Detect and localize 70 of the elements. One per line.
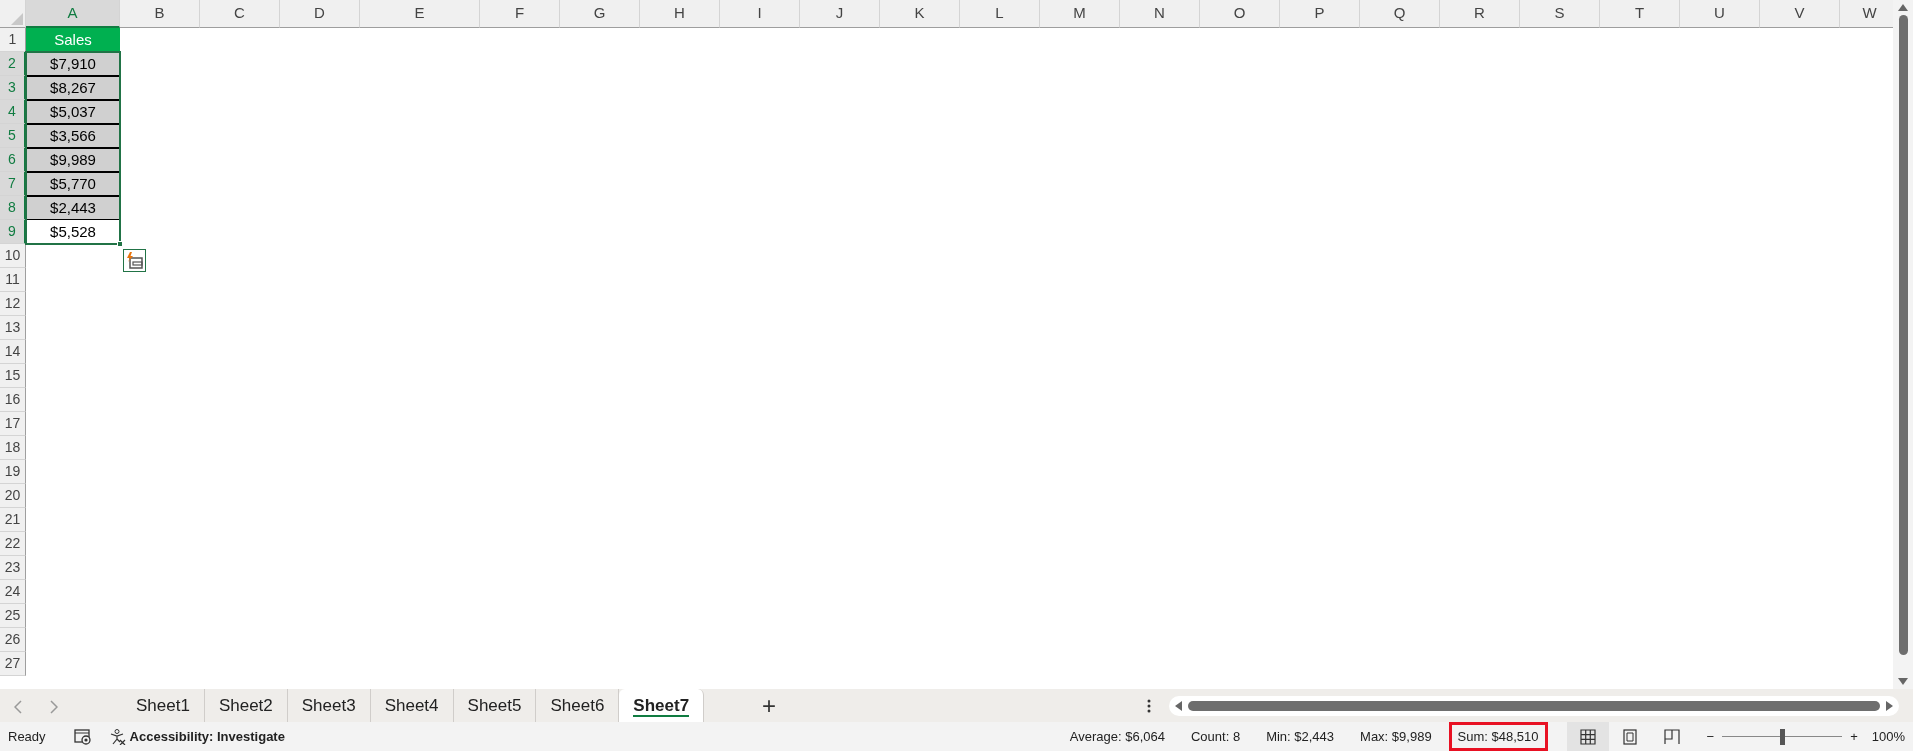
sheet-tab[interactable]: Sheet7 (619, 689, 705, 722)
column-header[interactable]: V (1760, 0, 1840, 28)
column-header[interactable]: Q (1360, 0, 1440, 28)
row-header[interactable]: 4 (0, 100, 26, 124)
column-header[interactable]: G (560, 0, 640, 28)
column-header[interactable]: C (200, 0, 280, 28)
row-header[interactable]: 9 (0, 220, 26, 244)
zoom-in-button[interactable]: + (1850, 726, 1858, 747)
header-cell: Sales (26, 28, 120, 52)
row-header[interactable]: 19 (0, 460, 26, 484)
row-header[interactable]: 18 (0, 436, 26, 460)
row-header[interactable]: 1 (0, 28, 26, 52)
row-header[interactable]: 16 (0, 388, 26, 412)
column-header[interactable]: T (1600, 0, 1680, 28)
zoom-out-button[interactable]: − (1706, 726, 1715, 747)
row-header[interactable]: 13 (0, 316, 26, 340)
column-header[interactable]: W (1840, 0, 1893, 28)
row-header[interactable]: 22 (0, 532, 26, 556)
row-header[interactable]: 5 (0, 124, 26, 148)
row-header[interactable]: 15 (0, 364, 26, 388)
table-cell: $8,267 (26, 76, 120, 100)
status-statistic: Sum: $48,510 (1451, 724, 1545, 749)
status-statistic: Min: $2,443 (1265, 727, 1336, 746)
row-header[interactable]: 12 (0, 292, 26, 316)
status-statistic: Max: $9,989 (1359, 727, 1433, 746)
row-header[interactable]: 6 (0, 148, 26, 172)
status-statistic: Average: $6,064 (1068, 727, 1166, 746)
column-header[interactable]: N (1120, 0, 1200, 28)
zoom-level[interactable]: 100% (1871, 726, 1905, 747)
table-cell: $5,770 (26, 172, 120, 196)
table-cell: $3,566 (26, 124, 120, 148)
column-header[interactable]: A (26, 0, 120, 28)
column-header[interactable]: P (1280, 0, 1360, 28)
row-header[interactable]: 10 (0, 244, 26, 268)
row-header[interactable]: 11 (0, 268, 26, 292)
status-statistic: Count: 8 (1189, 727, 1242, 746)
column-header[interactable]: R (1440, 0, 1520, 28)
row-header[interactable]: 14 (0, 340, 26, 364)
row-header[interactable]: 26 (0, 628, 26, 652)
column-header[interactable]: M (1040, 0, 1120, 28)
row-header[interactable]: 25 (0, 604, 26, 628)
accessibility-status[interactable]: Accessibility: Investigate (129, 726, 285, 747)
column-header[interactable]: U (1680, 0, 1760, 28)
table-cell: $9,989 (26, 148, 120, 172)
row-header[interactable]: 3 (0, 76, 26, 100)
row-header[interactable]: 21 (0, 508, 26, 532)
table-cell: $7,910 (26, 52, 120, 76)
row-header[interactable]: 24 (0, 580, 26, 604)
table-cell: $2,443 (26, 196, 120, 220)
column-header[interactable]: J (800, 0, 880, 28)
table-cell: $5,037 (26, 100, 120, 124)
status-text: Ready (8, 727, 46, 746)
row-header[interactable]: 17 (0, 412, 26, 436)
row-header[interactable]: 27 (0, 652, 26, 676)
row-header[interactable]: 2 (0, 52, 26, 76)
column-header[interactable]: K (880, 0, 960, 28)
row-header[interactable]: 23 (0, 556, 26, 580)
row-header[interactable]: 7 (0, 172, 26, 196)
column-header[interactable]: O (1200, 0, 1280, 28)
column-header[interactable]: E (360, 0, 480, 28)
row-header[interactable]: 20 (0, 484, 26, 508)
column-header[interactable]: H (640, 0, 720, 28)
column-header[interactable]: B (120, 0, 200, 28)
column-header[interactable]: S (1520, 0, 1600, 28)
column-header[interactable]: F (480, 0, 560, 28)
column-header[interactable]: L (960, 0, 1040, 28)
column-header[interactable]: I (720, 0, 800, 28)
row-header[interactable]: 8 (0, 196, 26, 220)
add-sheet-button[interactable]: + (748, 687, 791, 724)
column-header[interactable]: D (280, 0, 360, 28)
